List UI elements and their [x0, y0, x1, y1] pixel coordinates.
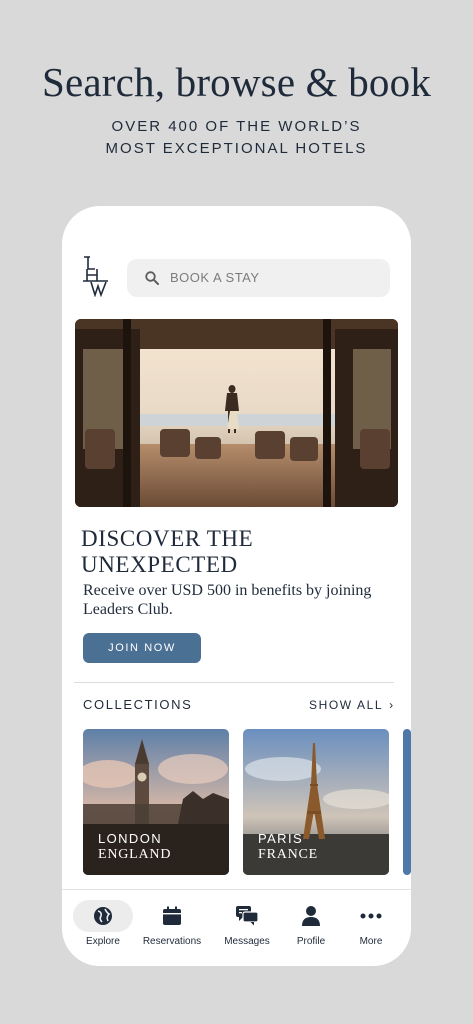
show-all-label: SHOW ALL	[309, 698, 384, 712]
tab-messages[interactable]: Messages	[212, 900, 282, 947]
collection-card-paris[interactable]: PARIS FRANCE	[243, 729, 389, 875]
globe-icon	[73, 900, 133, 932]
promo-subline-2: MOST EXCEPTIONAL HOTELS	[105, 140, 368, 157]
collections-label: COLLECTIONS	[83, 697, 193, 712]
search-bar[interactable]: BOOK A STAY	[127, 259, 390, 297]
calendar-icon	[142, 900, 202, 932]
hero-title-line-2: UNEXPECTED	[81, 552, 238, 577]
chat-icon	[217, 900, 277, 932]
chevron-right-icon: ›	[389, 698, 395, 712]
card-country: FRANCE	[258, 847, 319, 862]
hero-image[interactable]	[75, 319, 398, 507]
card-city: LONDON	[98, 831, 163, 846]
join-now-button[interactable]: JOIN NOW	[83, 633, 201, 663]
collection-card-london[interactable]: LONDON ENGLAND	[83, 729, 229, 875]
card-country: ENGLAND	[98, 847, 172, 862]
tab-label: Reservations	[142, 936, 202, 947]
lhw-logo	[83, 256, 108, 297]
search-icon	[145, 271, 159, 285]
tab-label: Messages	[224, 936, 270, 947]
tab-label: Explore	[86, 936, 120, 947]
tab-reservations[interactable]: Reservations	[137, 900, 207, 947]
phone-screen: BOOK A STAY DISCOVER THE UNEXPECTED Rece…	[62, 206, 411, 966]
user-icon	[281, 900, 341, 932]
promo-headline: Search, browse & book	[41, 59, 432, 105]
hero-title-line-1: DISCOVER THE	[81, 526, 254, 551]
show-all-link[interactable]: SHOW ALL ›	[309, 698, 395, 712]
hero-title: DISCOVER THE UNEXPECTED	[81, 526, 253, 578]
promo-subline-1: OVER 400 OF THE WORLD’S	[111, 118, 362, 135]
tab-bar: Explore Reservations Messages Profile Mo…	[62, 889, 411, 966]
hero-description: Receive over USD 500 in benefits by join…	[83, 582, 372, 618]
tab-more[interactable]: More	[336, 900, 406, 947]
more-icon	[341, 900, 401, 932]
divider	[74, 682, 394, 683]
card-city: PARIS	[258, 831, 304, 846]
collection-card-partial[interactable]	[403, 729, 411, 875]
promo-subline: OVER 400 OF THE WORLD’S MOST EXCEPTIONAL…	[0, 116, 473, 160]
tab-explore[interactable]: Explore	[68, 900, 138, 947]
tab-label: More	[359, 936, 383, 947]
search-placeholder: BOOK A STAY	[170, 270, 260, 285]
